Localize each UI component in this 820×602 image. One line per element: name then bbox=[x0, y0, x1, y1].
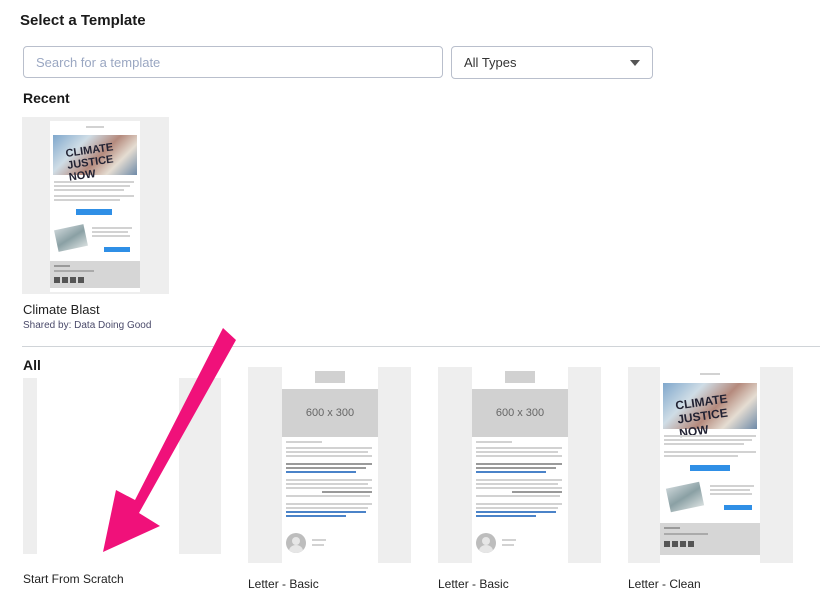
template-name: Letter - Basic bbox=[438, 577, 509, 591]
template-card-letter-clean[interactable]: CLIMATE JUSTICE NOW bbox=[628, 367, 793, 563]
facebook-icon bbox=[664, 541, 670, 547]
template-card-start-from-scratch[interactable] bbox=[23, 378, 221, 554]
hero-image: CLIMATE JUSTICE NOW bbox=[663, 383, 757, 440]
template-name: Climate Blast bbox=[23, 302, 100, 317]
recent-heading: Recent bbox=[23, 90, 70, 106]
avatar bbox=[286, 533, 306, 553]
template-name: Letter - Clean bbox=[628, 577, 701, 591]
youtube-icon bbox=[688, 541, 694, 547]
logo-placeholder bbox=[505, 371, 535, 383]
email-preview: CLIMATE JUSTICE NOW bbox=[50, 121, 140, 292]
youtube-icon bbox=[78, 277, 84, 283]
type-select-value: All Types bbox=[464, 55, 517, 70]
template-card-letter-basic[interactable]: 600 x 300 bbox=[248, 367, 411, 563]
hero-image-text: CLIMATE JUSTICE NOW bbox=[674, 391, 729, 441]
blank-sheet bbox=[37, 378, 179, 554]
instagram-icon bbox=[70, 277, 76, 283]
all-heading: All bbox=[23, 357, 41, 373]
template-name: Letter - Basic bbox=[248, 577, 319, 591]
email-preview: 600 x 300 bbox=[472, 367, 568, 563]
image-placeholder: 600 x 300 bbox=[472, 389, 568, 437]
template-shared-by: Shared by: Data Doing Good bbox=[23, 320, 152, 331]
page-title: Select a Template bbox=[20, 12, 146, 29]
type-select[interactable]: All Types bbox=[451, 46, 653, 79]
image-placeholder: 600 x 300 bbox=[282, 389, 378, 437]
facebook-icon bbox=[54, 277, 60, 283]
email-preview: 600 x 300 bbox=[282, 367, 378, 563]
logo-placeholder bbox=[315, 371, 345, 383]
chevron-down-icon bbox=[630, 60, 640, 66]
globe-image bbox=[665, 481, 705, 513]
twitter-icon bbox=[62, 277, 68, 283]
instagram-icon bbox=[680, 541, 686, 547]
twitter-icon bbox=[672, 541, 678, 547]
template-card-letter-basic[interactable]: 600 x 300 bbox=[438, 367, 601, 563]
search-input[interactable] bbox=[23, 46, 443, 78]
hero-image: CLIMATE JUSTICE NOW bbox=[53, 135, 137, 184]
globe-image bbox=[54, 224, 88, 252]
template-name: Start From Scratch bbox=[23, 572, 124, 586]
avatar bbox=[476, 533, 496, 553]
section-divider bbox=[22, 346, 820, 347]
email-preview: CLIMATE JUSTICE NOW bbox=[660, 367, 760, 563]
template-card-climate-blast[interactable]: CLIMATE JUSTICE NOW bbox=[22, 117, 169, 294]
hero-image-text: CLIMATE JUSTICE NOW bbox=[64, 141, 115, 184]
